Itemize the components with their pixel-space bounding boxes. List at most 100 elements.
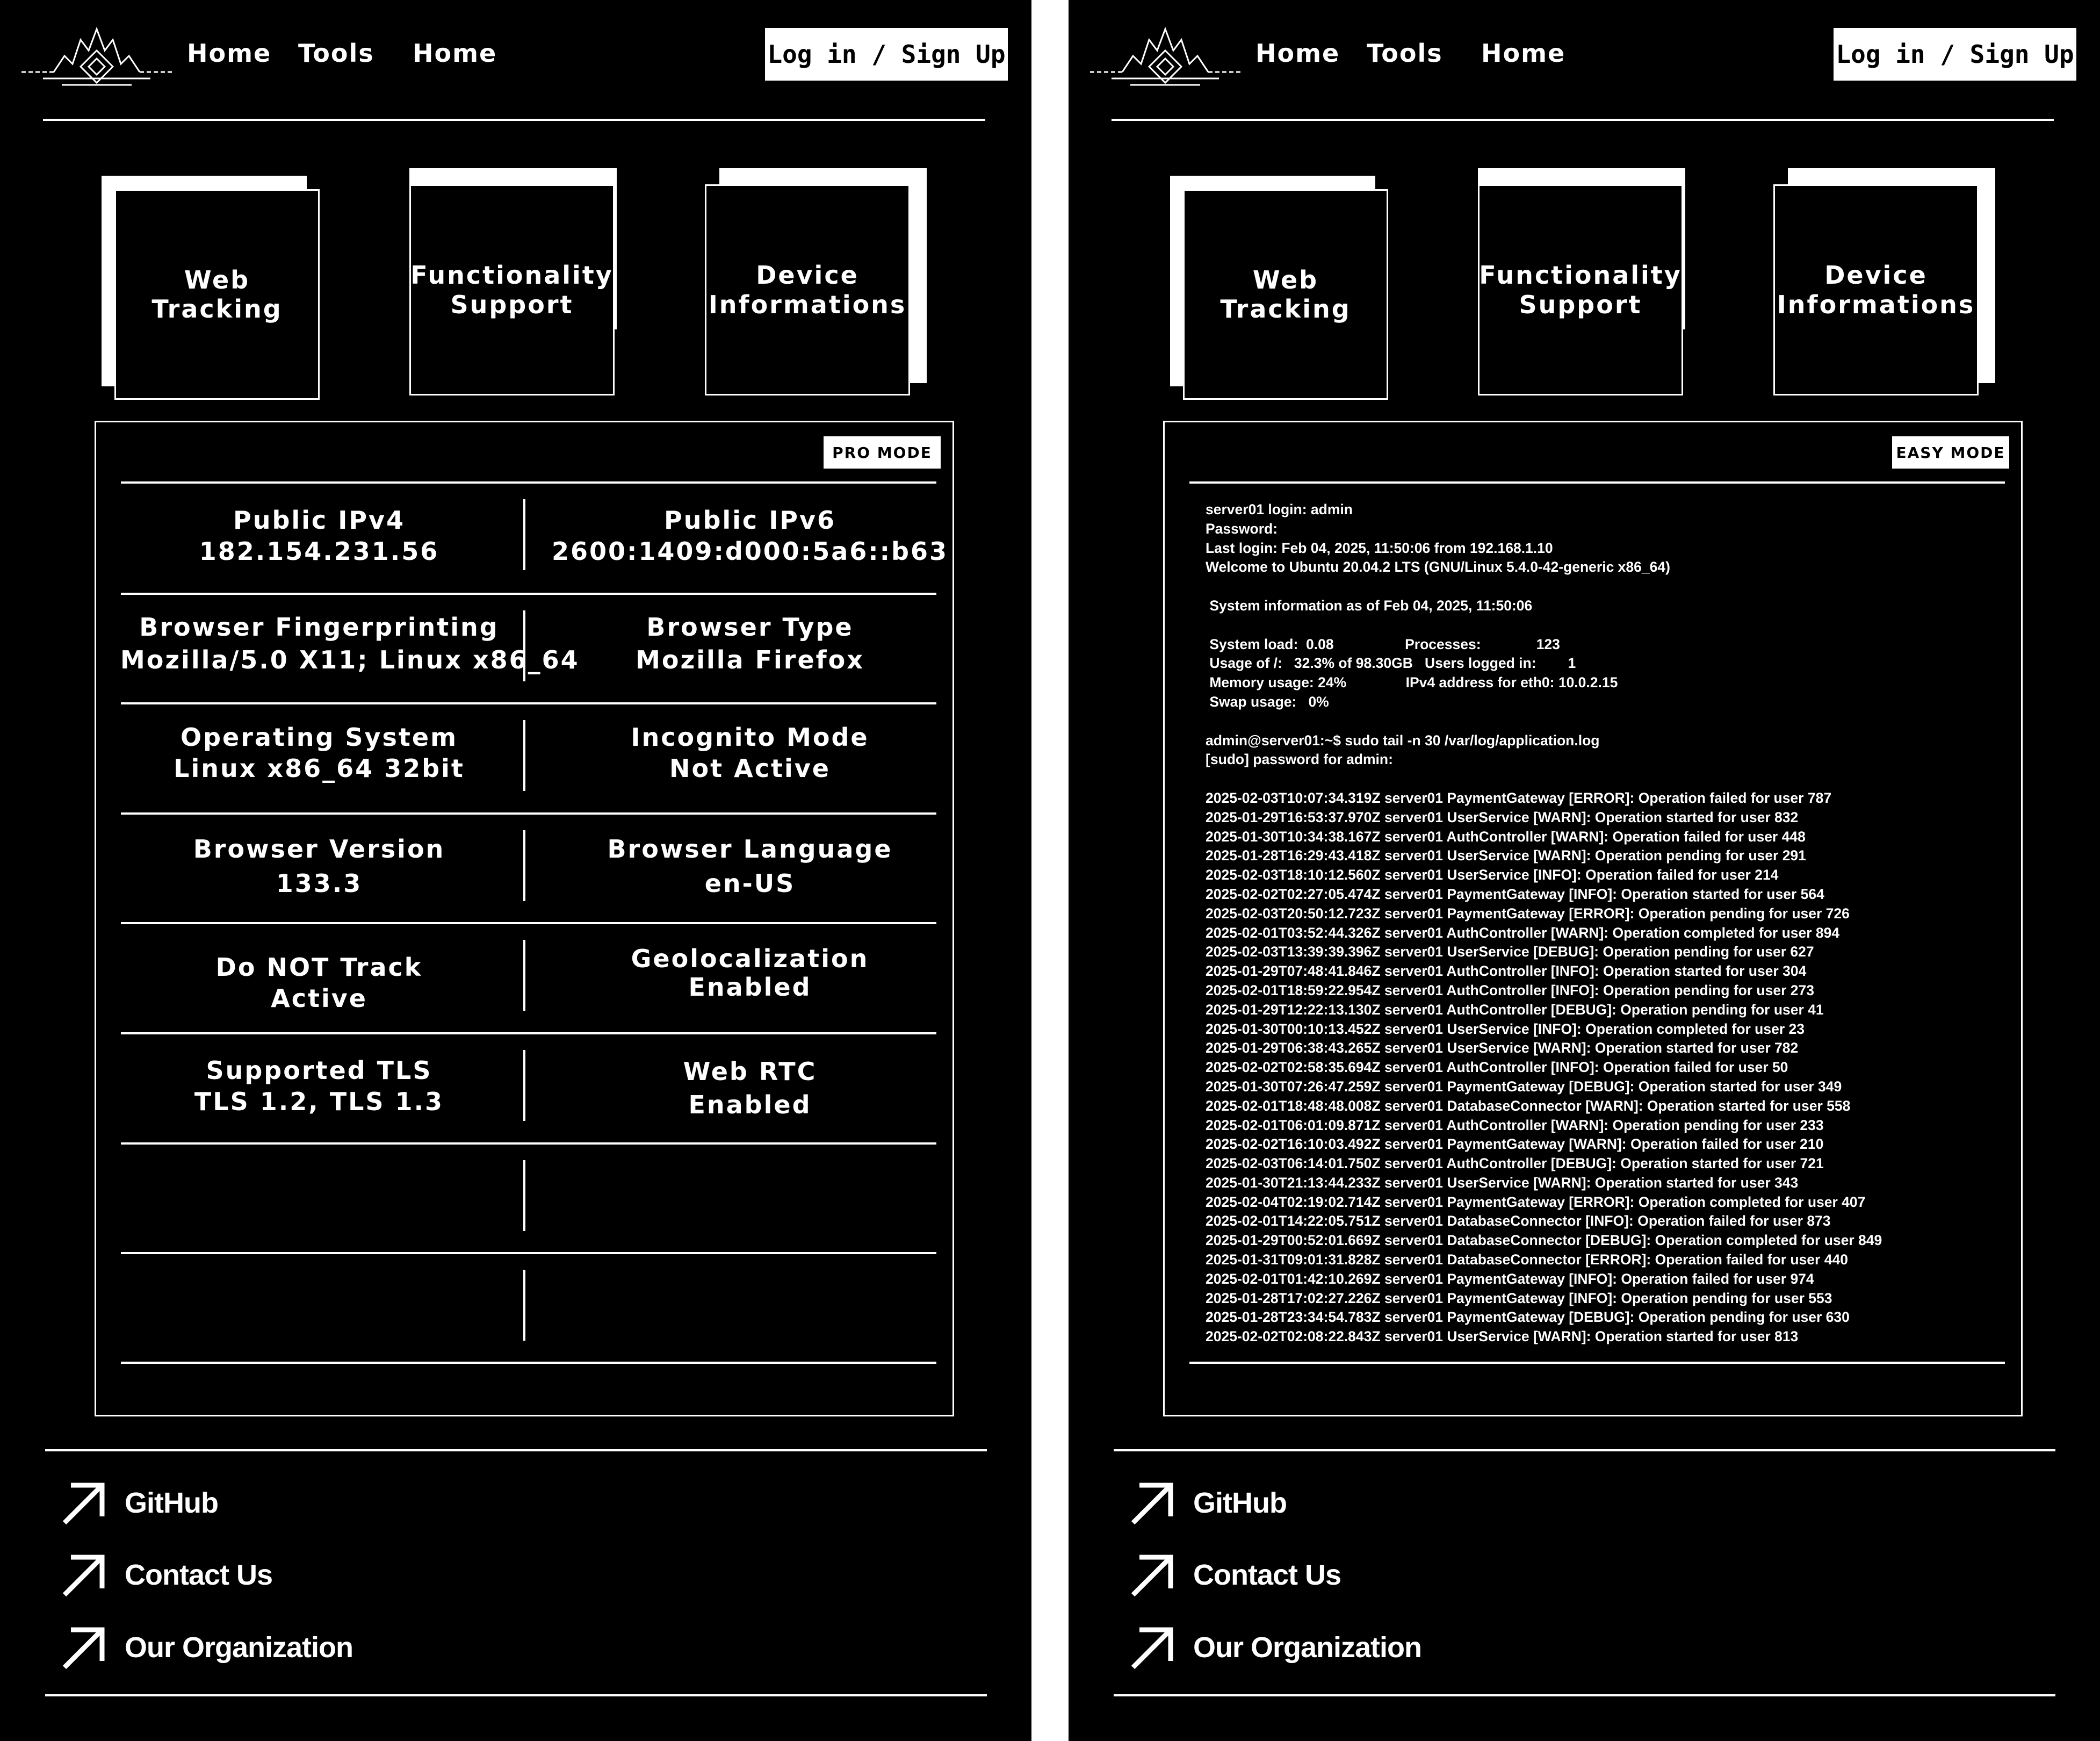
info-label: Public IPv6: [663, 506, 836, 535]
info-value: Enabled: [688, 973, 812, 1002]
terminal-output: server01 login: admin Password: Last login…: [1206, 500, 2001, 1347]
row-divider: [121, 1142, 936, 1145]
row-divider: [121, 702, 936, 704]
arrow-up-right-icon: [1131, 1483, 1173, 1525]
info-browser-version: Browser Version 133.3: [120, 832, 518, 901]
info-web-rtc: Web RTC Enabled: [551, 1055, 949, 1121]
terminal-line: Memory usage: 24% IPv4 address for eth0:…: [1206, 674, 1618, 691]
info-value: Enabled: [688, 1090, 812, 1119]
info-label: Operating System: [180, 723, 458, 752]
terminal-line: 2025-01-30T07:26:47.259Z server01 Paymen…: [1206, 1078, 1842, 1095]
terminal-line: Usage of /: 32.3% of 98.30GB Users logge…: [1206, 655, 1576, 672]
logo-icon[interactable]: [21, 18, 172, 93]
column-divider: [523, 1270, 525, 1341]
info-value: en-US: [704, 869, 796, 898]
terminal-line: 2025-02-04T02:19:02.714Z server01 Paymen…: [1206, 1193, 1866, 1210]
easy-mode-button[interactable]: EASY MODE: [1892, 436, 2009, 469]
terminal-line: Last login: Feb 04, 2025, 11:50:06 from …: [1206, 539, 1553, 556]
terminal-line: 2025-02-03T20:50:12.723Z server01 Paymen…: [1206, 905, 1850, 922]
footer-link-github[interactable]: GitHub: [59, 1479, 219, 1527]
info-operating-system: Operating System Linux x86_64 32bit: [120, 722, 518, 784]
row-divider: [121, 1252, 936, 1254]
right-panel: Home Tools Home Log in / Sign Up Web Tra…: [1069, 0, 2100, 1741]
info-label: Public IPv4: [233, 506, 406, 535]
footer-link-github[interactable]: GitHub: [1128, 1479, 1287, 1527]
row-divider: [121, 481, 936, 484]
row-divider: [121, 812, 936, 815]
login-signup-button[interactable]: Log in / Sign Up: [765, 28, 1008, 81]
info-label: Supported TLS: [206, 1056, 432, 1085]
info-supported-tls: Supported TLS TLS 1.2, TLS 1.3: [120, 1055, 518, 1117]
info-label: Browser Language: [607, 834, 893, 864]
info-value: Active: [271, 984, 367, 1013]
nav-tools[interactable]: Tools: [298, 39, 374, 68]
card-device-informations[interactable]: Device Informations: [1773, 184, 1979, 395]
info-label: Web RTC: [683, 1057, 817, 1086]
card-functionality-support[interactable]: Functionality Support: [1478, 184, 1683, 395]
info-browser-fingerprinting: Browser Fingerprinting Mozilla/5.0 X11; L…: [120, 611, 578, 677]
footer-link-label: GitHub: [125, 1487, 219, 1519]
terminal-line: 2025-01-30T21:13:44.233Z server01 UserSe…: [1206, 1174, 1799, 1191]
info-public-ipv6: Public IPv6 2600:1409:d000:5a6::b63: [551, 505, 949, 567]
footer-link-label: GitHub: [1193, 1487, 1287, 1519]
terminal-line: 2025-02-03T18:10:12.560Z server01 UserSe…: [1206, 867, 1779, 883]
login-signup-button[interactable]: Log in / Sign Up: [1834, 28, 2076, 81]
terminal-line: 2025-02-01T18:59:22.954Z server01 AuthCo…: [1206, 982, 1814, 998]
info-public-ipv4: Public IPv4 182.154.231.56: [120, 505, 518, 567]
logo-icon[interactable]: [1090, 18, 1240, 93]
arrow-up-right-icon: [62, 1483, 105, 1525]
nav-home-2[interactable]: Home: [413, 39, 497, 68]
info-do-not-track: Do NOT Track Active: [120, 952, 518, 1014]
info-label: Browser Version: [193, 834, 445, 864]
terminal-line: 2025-02-01T18:48:48.008Z server01 Databa…: [1206, 1097, 1851, 1114]
info-incognito-mode: Incognito Mode Not Active: [551, 722, 949, 784]
footer-divider-bottom: [45, 1694, 987, 1696]
nav-home[interactable]: Home: [187, 39, 271, 68]
footer-link-label: Our Organization: [125, 1631, 353, 1664]
header-divider: [43, 119, 985, 121]
card-web-tracking[interactable]: Web Tracking: [114, 189, 320, 400]
column-divider: [523, 499, 525, 570]
footer-link-organization[interactable]: Our Organization: [59, 1623, 353, 1672]
card-functionality-support[interactable]: Functionality Support: [409, 184, 615, 395]
terminal-line: 2025-01-29T00:52:01.669Z server01 Databa…: [1206, 1232, 1882, 1249]
terminal-line: 2025-01-29T06:38:43.265Z server01 UserSe…: [1206, 1040, 1799, 1056]
terminal-line: 2025-01-28T23:34:54.783Z server01 Paymen…: [1206, 1309, 1850, 1326]
terminal-line: 2025-02-02T02:27:05.474Z server01 Paymen…: [1206, 886, 1824, 902]
column-divider: [523, 940, 525, 1011]
terminal-line: admin@server01:~$ sudo tail -n 30 /var/l…: [1206, 732, 1600, 749]
terminal-line: Welcome to Ubuntu 20.04.2 LTS (GNU/Linux…: [1206, 559, 1670, 575]
info-value: Not Active: [669, 754, 831, 783]
card-web-tracking[interactable]: Web Tracking: [1183, 189, 1388, 400]
terminal-panel: EASY MODE server01 login: admin Password:…: [1163, 421, 2023, 1416]
info-geolocalization: Geolocalization Enabled: [551, 945, 949, 1002]
pro-mode-button[interactable]: PRO MODE: [824, 436, 941, 469]
card-device-informations[interactable]: Device Informations: [705, 184, 910, 395]
terminal-line: 2025-02-01T06:01:09.871Z server01 AuthCo…: [1206, 1117, 1824, 1133]
footer-link-organization[interactable]: Our Organization: [1128, 1623, 1422, 1672]
footer-link-contact[interactable]: Contact Us: [59, 1551, 273, 1599]
terminal-line: Password:: [1206, 520, 1278, 537]
info-value: Mozilla Firefox: [636, 645, 864, 674]
info-value: 2600:1409:d000:5a6::b63: [552, 537, 948, 566]
column-divider: [523, 830, 525, 901]
terminal-line: 2025-02-01T01:42:10.269Z server01 Paymen…: [1206, 1270, 1814, 1287]
terminal-line: Swap usage: 0%: [1206, 693, 1329, 710]
footer-link-label: Contact Us: [1193, 1559, 1341, 1591]
footer-link-contact[interactable]: Contact Us: [1128, 1551, 1341, 1599]
terminal-line: server01 login: admin: [1206, 501, 1353, 517]
info-value: TLS 1.2, TLS 1.3: [194, 1087, 444, 1116]
footer-link-label: Contact Us: [125, 1559, 273, 1591]
nav-home[interactable]: Home: [1255, 39, 1340, 68]
footer-divider-top: [1114, 1449, 2055, 1451]
footer-link-label: Our Organization: [1193, 1631, 1422, 1664]
nav-home-2[interactable]: Home: [1481, 39, 1565, 68]
terminal-line: 2025-02-03T13:39:39.396Z server01 UserSe…: [1206, 944, 1814, 960]
info-label: Browser Fingerprinting: [139, 613, 499, 642]
terminal-line: 2025-01-30T10:34:38.167Z server01 AuthCo…: [1206, 828, 1806, 845]
nav-tools[interactable]: Tools: [1367, 39, 1443, 68]
info-label: Do NOT Track: [215, 953, 423, 982]
terminal-line: 2025-02-02T02:58:35.694Z server01 AuthCo…: [1206, 1059, 1788, 1076]
